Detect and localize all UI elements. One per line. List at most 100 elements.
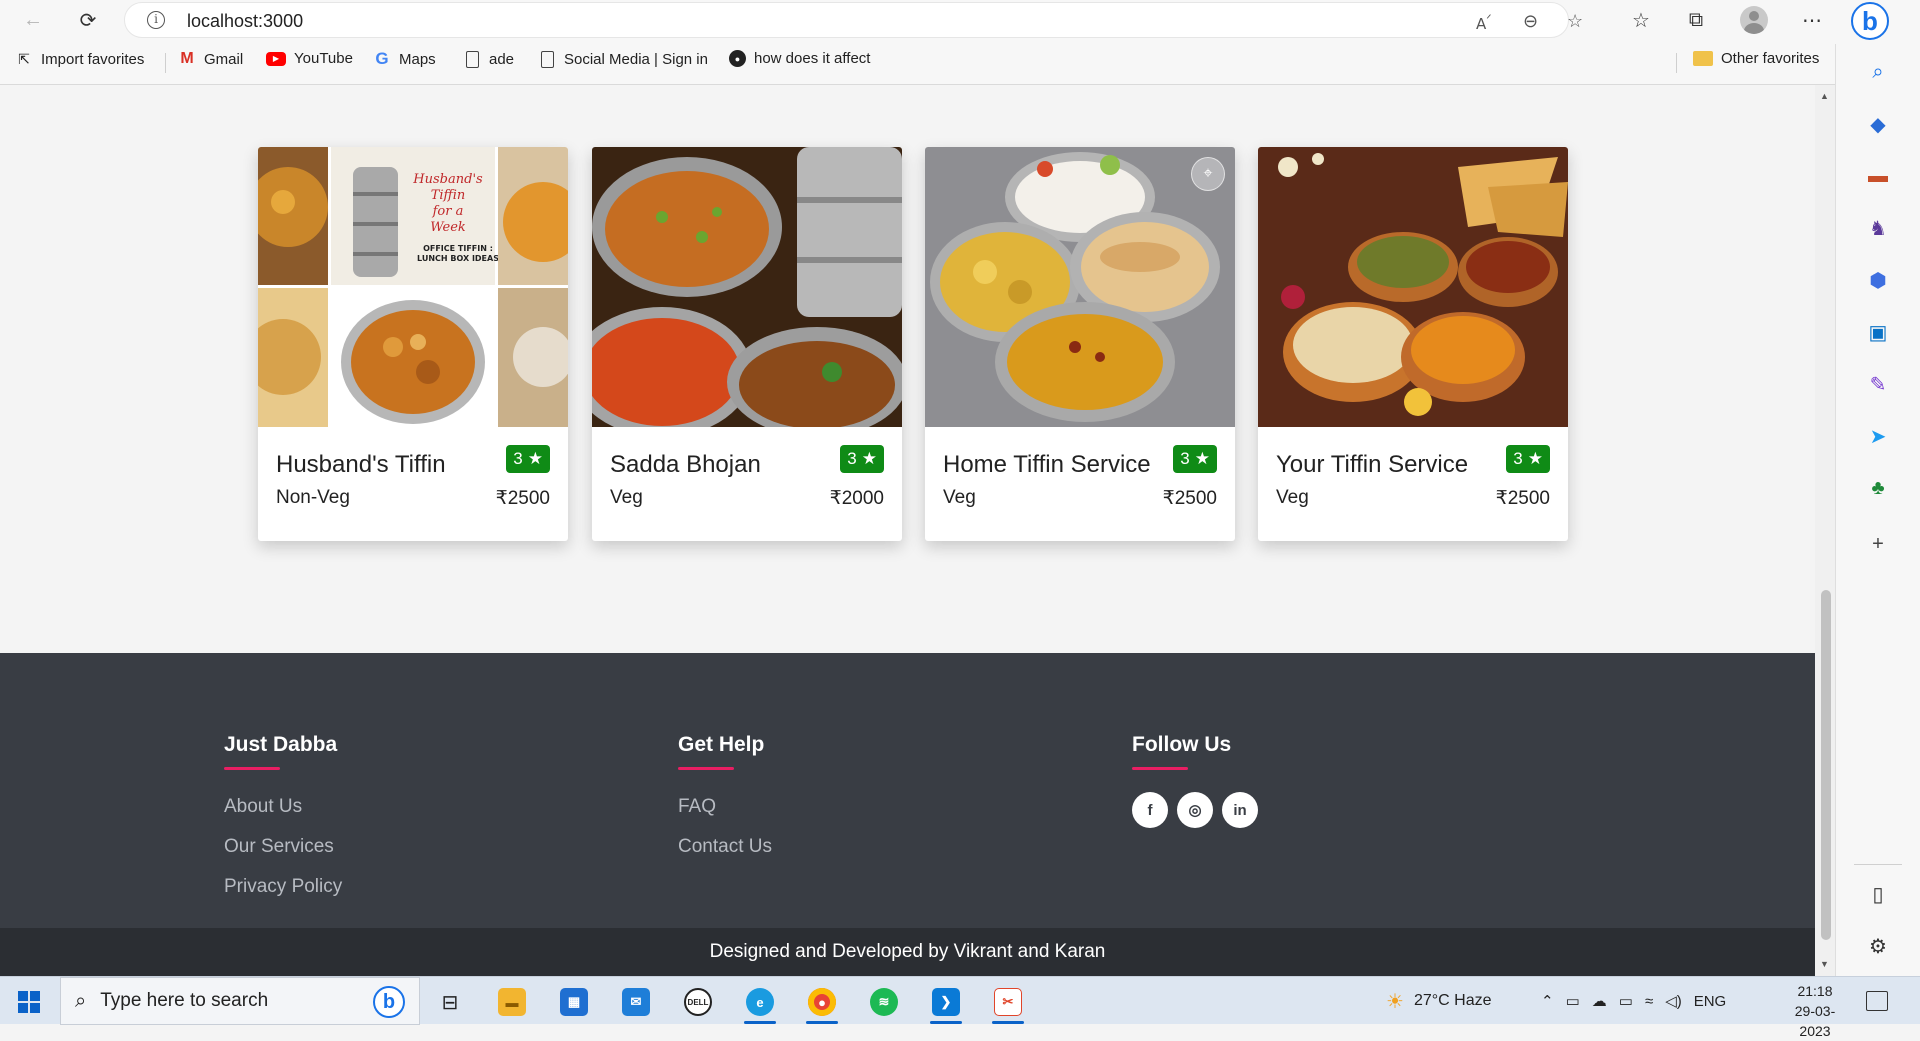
bing-icon[interactable]: b [373,986,405,1018]
google-icon: G [375,49,389,68]
scroll-up-icon[interactable]: ▲ [1820,91,1829,101]
favorites-icon[interactable]: ☆ [1626,6,1656,34]
dell-icon[interactable]: DELL [676,983,720,1021]
microsoft-store-icon[interactable]: ▦ [552,983,596,1021]
card-image-caption: Tiffin [431,188,466,203]
card-title: Home Tiffin Service [943,451,1151,478]
outlook-icon[interactable]: ▣ [1864,318,1892,346]
add-icon[interactable]: + [1864,530,1892,558]
footer-link-our-services[interactable]: Our Services [224,836,342,858]
card-image [1258,147,1568,427]
copyright-text: Designed and Developed by Vikrant and Ka… [709,941,1106,962]
page-viewport: Husband's Tiffin for a Week OFFICE TIFFI… [0,85,1815,976]
footer-link-privacy-policy[interactable]: Privacy Policy [224,876,342,898]
shopping-icon[interactable]: ◆ [1864,110,1892,138]
chrome-icon[interactable]: ● [800,983,844,1024]
gmail-icon: M [180,50,194,67]
more-menu-icon[interactable]: ⋯ [1797,6,1827,34]
search-placeholder: Type here to search [100,990,269,1011]
read-aloud-icon[interactable]: Aᐟ [1476,11,1492,33]
add-favorite-icon[interactable]: ☆ [1567,11,1583,32]
card-image: Husband's Tiffin for a Week OFFICE TIFFI… [258,147,568,427]
card-image [592,147,902,427]
site-info-icon[interactable]: i [147,11,165,29]
network-device-icon[interactable]: ▭ [1566,992,1580,1010]
scroll-thumb[interactable] [1821,590,1831,940]
footer-link-contact-us[interactable]: Contact Us [678,836,772,858]
favorite-ade[interactable]: ade [463,50,514,68]
volume-icon[interactable]: ◁) [1665,992,1682,1010]
vscode-icon[interactable]: ❯ [924,983,968,1024]
favorite-import[interactable]: ⇱ Import favorites [15,50,144,68]
edge-browser-icon[interactable]: e [738,983,782,1024]
favorite-youtube[interactable]: ▶ YouTube [266,50,353,67]
instagram-icon[interactable]: ◎ [1177,792,1213,828]
task-view-icon[interactable]: ⊟ [428,983,472,1021]
onedrive-icon[interactable]: ☁ [1592,992,1607,1010]
snipping-tool-icon[interactable]: ✂ [986,983,1030,1024]
favorite-how-does-it-affect[interactable]: ● how does it affect [729,50,870,67]
facebook-icon[interactable]: f [1132,792,1168,828]
other-favorites[interactable]: Other favorites [1693,50,1819,67]
microsoft-365-icon[interactable]: ⬢ [1864,266,1892,294]
divider [1854,864,1902,865]
windows-start-icon[interactable] [18,991,40,1013]
footer-link-faq[interactable]: FAQ [678,796,772,818]
heading-underline [1132,767,1188,770]
chevron-up-icon[interactable]: ⌃ [1541,992,1554,1010]
footer-link-about-us[interactable]: About Us [224,796,342,818]
tiffin-card[interactable]: Sadda Bhojan 3 ★ Veg ₹2000 [592,147,902,541]
taskbar-clock[interactable]: 21:18 29-03-2023 [1780,981,1850,1041]
tiffin-card[interactable]: ⌖ Home Tiffin Service 3 ★ Veg ₹2500 [925,147,1235,541]
tiffin-card[interactable]: Your Tiffin Service 3 ★ Veg ₹2500 [1258,147,1568,541]
card-image-caption: Husband's [412,172,483,187]
footer-heading: Get Help [678,733,765,756]
notification-icon[interactable] [1866,991,1888,1011]
tiffin-card[interactable]: Husband's Tiffin for a Week OFFICE TIFFI… [258,147,568,541]
sidebar-panel-icon[interactable]: ▯ [1864,880,1892,908]
file-explorer-icon[interactable]: ▬ [490,983,534,1021]
search-icon[interactable]: ⌕ [1864,58,1892,86]
bing-chat-button[interactable]: b [1851,2,1889,40]
food-type: Non-Veg [276,487,350,508]
divider [1676,53,1677,73]
collections-icon[interactable]: ⧉ [1681,6,1711,34]
games-icon[interactable]: ♞ [1864,214,1892,242]
profile-avatar[interactable] [1740,6,1768,34]
language-indicator[interactable]: ENG [1694,993,1727,1010]
favorites-bar: ⇱ Import favorites M Gmail ▶ YouTube G M… [0,44,1835,78]
designer-icon[interactable]: ✎ [1864,370,1892,398]
favorite-maps[interactable]: G Maps [373,49,435,68]
linkedin-icon[interactable]: in [1222,792,1258,828]
taskbar-search-box[interactable]: ⌕ Type here to search b [60,977,420,1025]
footer-column-follow-us: Follow Us f ◎ in [1132,733,1258,828]
favorite-label: Import favorites [41,50,145,68]
favorite-social-media[interactable]: Social Media | Sign in [538,50,708,68]
settings-icon[interactable]: ⚙ [1864,932,1892,960]
tools-icon[interactable]: ▬ [1864,162,1892,190]
weather-text: 27°C Haze [1413,992,1492,1009]
scroll-down-icon[interactable]: ▼ [1820,959,1829,969]
refresh-button[interactable]: ⟳ [73,6,103,34]
url-text[interactable]: localhost:3000 [187,11,303,32]
weather-widget[interactable]: ☀ 27°C Haze [1386,977,1491,1025]
tree-icon[interactable]: ♣ [1864,474,1892,502]
address-bar[interactable]: i localhost:3000 Aᐟ ⊖ ☆ [124,2,1583,38]
spotify-icon[interactable]: ≋ [862,983,906,1021]
favorite-gmail[interactable]: M Gmail [178,50,243,68]
battery-icon[interactable]: ▭ [1619,992,1633,1010]
browser-chrome: ← ⟳ i localhost:3000 Aᐟ ⊖ ☆ ☆ ⧉ ⋯ b ⇱ Im… [0,0,1920,85]
heading-underline [224,767,280,770]
visual-search-icon[interactable]: ⌖ [1191,157,1225,191]
divider [165,53,166,73]
price: ₹2000 [829,488,884,509]
page-scrollbar[interactable]: ▲ ▼ [1815,85,1835,976]
mail-icon[interactable]: ✉ [614,983,658,1021]
zoom-icon[interactable]: ⊖ [1523,11,1538,32]
wifi-icon[interactable]: ≈ [1645,993,1653,1010]
send-icon[interactable]: ➤ [1864,422,1892,450]
back-button[interactable]: ← [18,6,48,34]
star-icon: ★ [861,449,877,468]
price: ₹2500 [1495,488,1550,509]
search-icon: ⌕ [75,989,87,1012]
